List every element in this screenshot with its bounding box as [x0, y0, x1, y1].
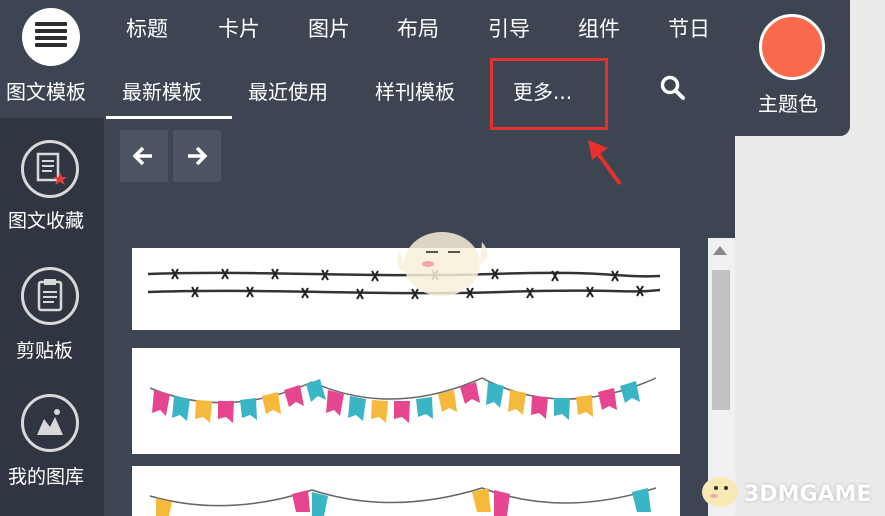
next-button[interactable]	[173, 130, 221, 182]
topnav-item-layout[interactable]: 布局	[397, 13, 439, 43]
editor-window: 图文模板 标题 卡片 图片 布局 引导 组件 节日 最新模板 最近使用 样刊模板…	[0, 0, 885, 516]
watermark-logo-icon	[702, 477, 738, 507]
document-star-icon	[21, 140, 79, 198]
scrollbar-thumb[interactable]	[712, 270, 730, 410]
sidebar-item-label: 图文收藏	[8, 210, 85, 232]
active-tab-underline	[106, 116, 232, 119]
tab-latest-templates[interactable]: 最新模板	[122, 76, 202, 105]
image-gallery-icon	[21, 394, 79, 452]
scroll-up-arrow-icon[interactable]	[713, 246, 727, 255]
topnav-item-guide[interactable]: 引导	[488, 13, 530, 43]
arrow-left-icon	[132, 146, 152, 166]
canvas-area	[735, 136, 885, 516]
logo-label: 图文模板	[6, 80, 86, 104]
bunting-image	[149, 377, 657, 423]
topnav-item-component[interactable]: 组件	[578, 13, 620, 43]
search-icon[interactable]	[659, 74, 687, 102]
clipboard-icon	[21, 267, 79, 325]
annotation-arrow-icon	[588, 140, 622, 186]
topnav-item-card[interactable]: 卡片	[218, 13, 260, 43]
bunting-image	[149, 487, 657, 516]
hamburger-icon	[35, 22, 67, 52]
tab-sample-templates[interactable]: 样刊模板	[375, 76, 455, 105]
theme-color-label: 主题色	[758, 92, 818, 116]
template-bunting-1[interactable]	[132, 348, 680, 454]
sidebar-item-label: 剪贴板	[16, 340, 74, 362]
tab-recent[interactable]: 最近使用	[248, 76, 328, 105]
highlight-box	[490, 58, 608, 130]
watermark-text: 3DMGAME	[744, 482, 872, 507]
arrow-right-icon	[188, 146, 208, 166]
topnav-item-title[interactable]: 标题	[126, 13, 168, 43]
topnav-item-image[interactable]: 图片	[308, 13, 350, 43]
prev-button[interactable]	[120, 130, 168, 182]
template-menu-icon[interactable]	[22, 8, 80, 66]
theme-color-swatch[interactable]	[759, 14, 825, 80]
topnav-item-holiday[interactable]: 节日	[668, 13, 710, 43]
sidebar-item-label: 我的图库	[8, 466, 85, 488]
mascot-watermark-icon	[397, 232, 488, 296]
template-bunting-2[interactable]	[132, 466, 680, 516]
